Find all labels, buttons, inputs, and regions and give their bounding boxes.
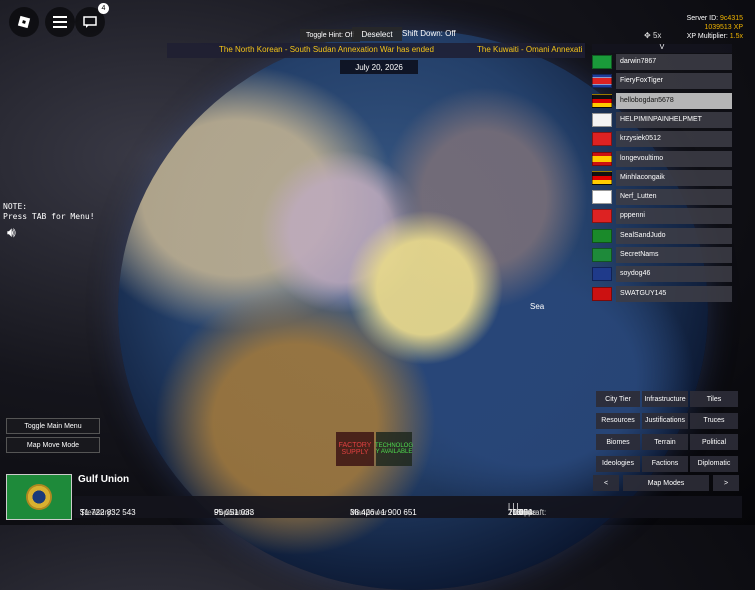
green-emblem-flag-icon [592, 248, 612, 262]
roblox-logo-button[interactable] [9, 7, 39, 37]
map-move-mode-button[interactable]: Map Move Mode [6, 437, 100, 453]
treasury-value: $1 722 832 543 [80, 508, 136, 517]
toggle-main-menu-button[interactable]: Toggle Main Menu [6, 418, 100, 434]
player-row[interactable]: krzysiek0512 [592, 131, 732, 148]
server-id-label: Server ID: [686, 15, 719, 22]
south-korea-flag-icon [592, 190, 612, 205]
manpower-value: 38 426 / 1 900 651 [350, 508, 417, 517]
technology-available-indicator[interactable]: TECHNOLOG Y AVAILABLE [375, 432, 413, 466]
map-mode-truces-button[interactable]: Truces [690, 412, 738, 429]
player-row[interactable]: Minhlacongaik [592, 169, 732, 186]
news-item: The North Korean - South Sudan Annexatio… [219, 45, 434, 54]
player-name: krzysiek0512 [616, 131, 732, 148]
germany-flag-icon [592, 93, 612, 108]
player-row[interactable]: HELPIMINPAINHELPMET [592, 111, 732, 128]
factory-supply-indicator[interactable]: FACTORY SUPPLY [336, 432, 374, 466]
menu-button[interactable] [45, 7, 75, 37]
map-mode-resources-button[interactable]: Resources [596, 412, 640, 429]
player-name: SealSandJudo [616, 227, 732, 244]
map-mode-tiles-button[interactable]: Tiles [690, 391, 738, 407]
player-name: hellobogdan5678 [616, 92, 732, 109]
server-info: Server ID: 9c4315 1039513 XP XP Multipli… [687, 14, 743, 41]
xp-multiplier-label: XP Multiplier: [686, 33, 728, 40]
population-value: 95 051 033 [214, 508, 255, 517]
map-label-sea: Sea [530, 302, 545, 311]
player-name: soydog46 [616, 266, 732, 283]
news-ticker: The North Korean - South Sudan Annexatio… [167, 43, 585, 58]
player-name: darwin7867 [616, 54, 732, 70]
brazil-flag-icon [592, 55, 612, 69]
player-row[interactable]: SWATGUY145 [592, 285, 732, 302]
xp-multiplier-value: 1.5x [729, 33, 743, 40]
player-row[interactable]: FieryFoxTiger [592, 73, 732, 90]
player-name: longevoultimo [616, 150, 732, 167]
map-mode-infrastructure-button[interactable]: Infrastructure [642, 391, 688, 407]
player-row[interactable]: Nerf_Lutten [592, 189, 732, 206]
map-mode-biomes-button[interactable]: Biomes [596, 434, 640, 450]
map-mode-city-tier-button[interactable]: City Tier [596, 391, 640, 407]
player-name: Nerf_Lutten [616, 189, 732, 206]
map-mode-diplomatic-button[interactable]: Diplomatic [690, 455, 738, 472]
map-mode-terrain-button[interactable]: Terrain [642, 434, 688, 450]
uk-ensign-flag-icon [592, 112, 612, 127]
spain-flag-icon [592, 151, 612, 166]
deselect-button[interactable]: Deselect [352, 27, 402, 41]
player-row[interactable]: pppenni [592, 208, 732, 225]
player-row[interactable]: SealSandJudo [592, 227, 732, 244]
crosshair-icon: ✥ [644, 31, 651, 40]
map-mode-justifications-button[interactable]: Justifications [642, 412, 688, 429]
player-name: SecretNams [616, 247, 732, 263]
map-mode-next-button[interactable]: > [713, 475, 739, 491]
player-row[interactable]: soydog46 [592, 266, 732, 283]
note-hint: Press TAB for Menu! [3, 212, 95, 221]
chat-button[interactable]: 4 [75, 3, 109, 37]
germany-flag-icon [592, 170, 612, 185]
switzerland-flag-icon [592, 132, 612, 147]
player-name: Minhlacongaik [616, 169, 732, 186]
note-text: NOTE: Press TAB for Menu! [3, 202, 95, 222]
server-id-value: 9c4315 [720, 15, 743, 22]
roblox-logo-icon [17, 15, 31, 29]
speaker-icon[interactable]: 🔊︎ [7, 224, 16, 241]
map-mode-factions-button[interactable]: Factions [642, 455, 688, 472]
xp-value: 1039513 XP [704, 24, 743, 31]
map-mode-prev-button[interactable]: < [593, 475, 619, 491]
zoom-level: 5x [652, 31, 662, 40]
player-name: SWATGUY145 [616, 285, 732, 302]
jamaica-flag-icon [592, 228, 612, 243]
chat-icon [83, 16, 97, 28]
hamburger-icon [53, 16, 67, 28]
uk-flag-icon [592, 267, 612, 282]
player-name: pppenni [616, 208, 732, 225]
map-mode-political-button[interactable]: Political [690, 434, 738, 450]
country-flag[interactable] [6, 474, 72, 520]
country-name: Gulf Union [78, 474, 130, 485]
player-name: FieryFoxTiger [616, 73, 732, 90]
zoom-indicator: ✥ 5x [644, 31, 661, 40]
china-flag-icon [592, 209, 612, 224]
map-modes-label: Map Modes [623, 475, 709, 491]
player-row[interactable]: SecretNams [592, 247, 732, 263]
north-korea-flag-icon [592, 74, 612, 89]
map-mode-ideologies-button[interactable]: Ideologies [596, 455, 640, 472]
news-item: The Kuwaiti - Omani Annexati [477, 45, 583, 54]
player-list-toggle[interactable]: V [592, 44, 732, 53]
country-stats-bar: Treasury: $1 722 832 543 Population: 95 … [74, 496, 742, 518]
player-row[interactable]: longevoultimo [592, 150, 732, 167]
player-row[interactable]: hellobogdan5678 [592, 92, 732, 109]
aircraft-value: 0 [518, 508, 524, 517]
game-date: July 20, 2026 [340, 60, 418, 74]
note-title: NOTE: [3, 202, 28, 211]
shift-down-toggle[interactable]: Shift Down: Off [402, 29, 456, 38]
soviet-flag-icon [592, 286, 612, 301]
player-row[interactable]: darwin7867 [592, 54, 732, 70]
chat-notification-badge: 4 [98, 3, 109, 14]
gulf-union-emblem-icon [26, 484, 52, 510]
player-name: HELPIMINPAINHELPMET [616, 111, 732, 128]
